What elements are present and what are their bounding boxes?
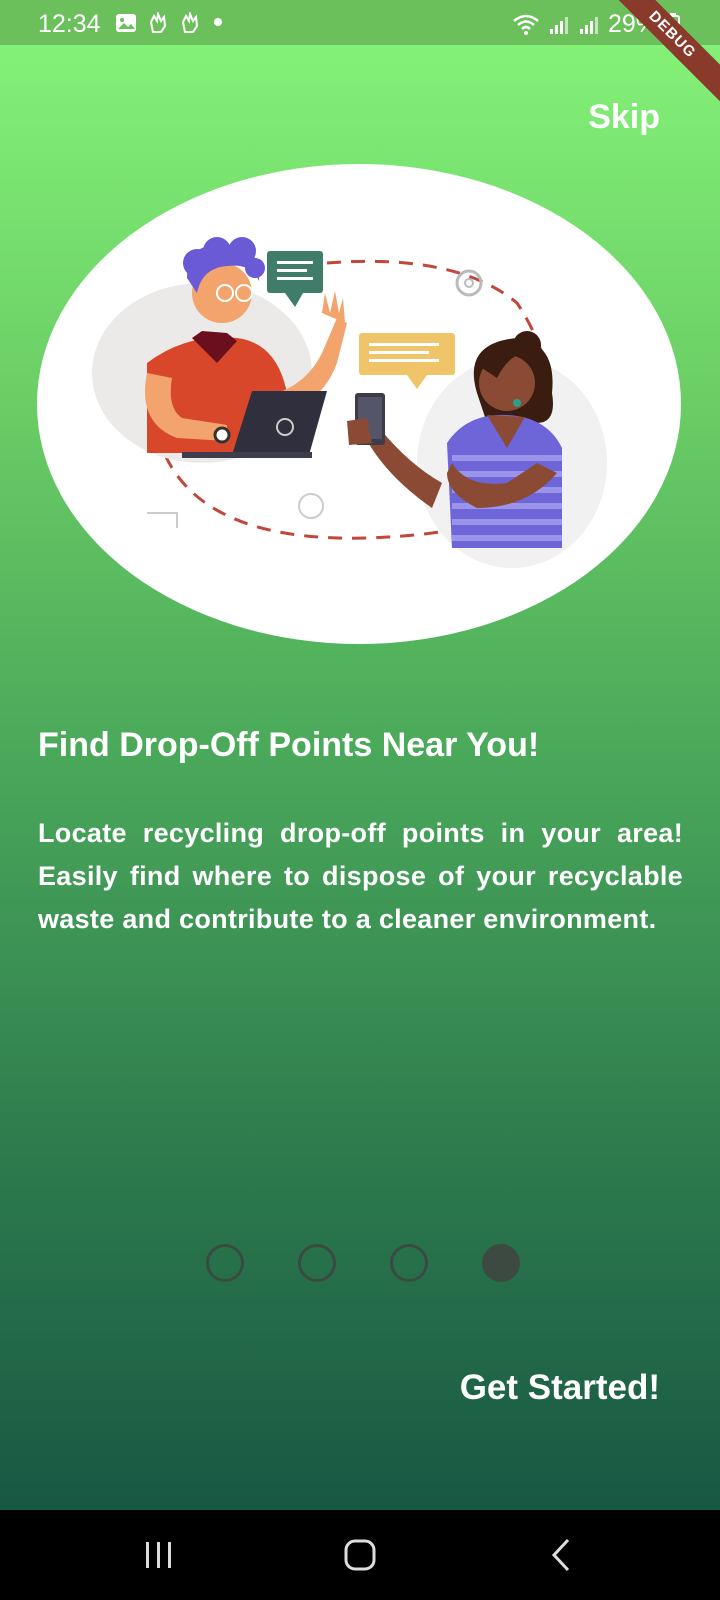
page-indicator xyxy=(206,1244,520,1282)
home-icon[interactable] xyxy=(330,1530,390,1580)
image-icon xyxy=(116,14,136,32)
page-dot-1[interactable] xyxy=(206,1244,244,1282)
notification-dot xyxy=(214,18,222,26)
recents-icon[interactable] xyxy=(128,1530,188,1580)
status-time: 12:34 xyxy=(38,10,101,38)
notification-icons xyxy=(115,12,201,34)
system-nav-bar xyxy=(0,1510,720,1600)
signal-icon xyxy=(549,16,568,34)
wifi-icon xyxy=(513,14,539,35)
get-started-button[interactable]: Get Started! xyxy=(460,1368,660,1408)
hand-icon xyxy=(181,12,199,33)
hand-icon xyxy=(149,12,167,33)
back-icon[interactable] xyxy=(532,1530,592,1580)
page-dot-4-active[interactable] xyxy=(482,1244,520,1282)
onboarding-illustration xyxy=(37,164,681,644)
page-dot-2[interactable] xyxy=(298,1244,336,1282)
signal-icon xyxy=(579,16,598,34)
onboarding-title: Find Drop-Off Points Near You! xyxy=(38,726,540,764)
page-dot-3[interactable] xyxy=(390,1244,428,1282)
onboarding-description: Locate recycling drop-off points in your… xyxy=(38,818,683,934)
status-bar: 12:34 29% DEBUG xyxy=(0,0,720,115)
skip-button[interactable]: Skip xyxy=(588,98,660,137)
onboarding-screen: 12:34 29% DEBUG Skip Find Drop-Off Point… xyxy=(0,0,720,1510)
